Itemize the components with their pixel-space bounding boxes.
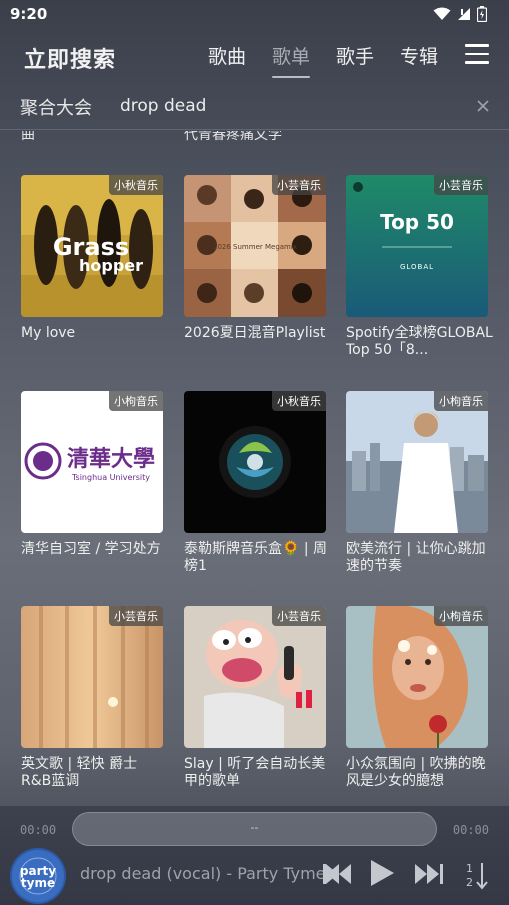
source-badge: 小枸音乐 xyxy=(109,391,163,411)
cover-image: Grass hopper xyxy=(21,175,163,317)
playlist-title: My love xyxy=(21,325,76,341)
playlist-card[interactable]: Grass hopper 小秋音乐 My love xyxy=(21,175,163,342)
now-cover-text-2: tyme xyxy=(21,876,55,890)
tab-albums[interactable]: 专辑 xyxy=(400,42,438,69)
svg-text:1: 1 xyxy=(466,862,473,875)
playlist-cover: Top 50 GLOBAL 小芸音乐 xyxy=(346,175,488,317)
cover-text-1: 清華大學 xyxy=(67,446,155,472)
playlist-cover: 清華大學 Tsinghua University 小枸音乐 xyxy=(21,391,163,533)
play-icon[interactable] xyxy=(368,858,396,888)
cover-image xyxy=(184,606,326,748)
partial-title-middle: 代青春疼痛文学 xyxy=(184,131,282,143)
progress-bar[interactable]: -- xyxy=(72,812,437,846)
source-badge: 小芸音乐 xyxy=(272,175,326,195)
time-total: 00:00 xyxy=(452,823,489,837)
cover-image xyxy=(346,606,488,748)
search-input[interactable]: drop dead xyxy=(120,96,206,116)
playlist-card[interactable]: Top 50 GLOBAL 小芸音乐 Spotify全球榜GLOBAL Top … xyxy=(346,175,493,359)
app-root: 9:20 立即搜索 歌曲 歌单 歌手 专辑 聚合大会 drop dead 曲 代… xyxy=(0,0,509,905)
previous-icon[interactable] xyxy=(322,862,352,886)
partial-title-left: 曲 xyxy=(21,131,35,143)
playlist-title: 欧美流行 | 让你心跳加速的节奏 xyxy=(346,541,486,574)
playlist-cover: 小芸音乐 xyxy=(21,606,163,748)
clear-icon[interactable] xyxy=(475,98,491,114)
mini-player: 00:00 -- 00:00 party tyme drop dead (voc… xyxy=(0,806,509,905)
source-badge: 小枸音乐 xyxy=(434,391,488,411)
partial-row: 曲 代青春疼痛文学 xyxy=(0,131,509,144)
playlist-card[interactable]: 清華大學 Tsinghua University 小枸音乐 清华自习室 / 学习… xyxy=(21,391,163,558)
page-title: 立即搜索 xyxy=(24,48,117,73)
playlist-cover: 小枸音乐 xyxy=(346,391,488,533)
playlist-card[interactable]: 小枸音乐 小众氛围向 | 吹拂的晚风是少女的臆想 xyxy=(346,606,488,790)
cover-image: 2026 Summer Megamix xyxy=(184,175,326,317)
play-order-icon[interactable]: 1 2 xyxy=(462,860,490,890)
now-playing-cover[interactable]: party tyme xyxy=(10,848,66,904)
playlist-card[interactable]: 小芸音乐 英文歌 | 轻快 爵士 R&B蓝调 xyxy=(21,606,163,790)
cover-text-2: Tsinghua University xyxy=(71,473,150,482)
status-time: 9:20 xyxy=(10,5,48,23)
svg-text:2: 2 xyxy=(466,876,473,889)
cover-text-1: Top 50 xyxy=(380,210,454,234)
source-badge: 小芸音乐 xyxy=(272,606,326,626)
signal-icon xyxy=(458,8,470,20)
source-badge: 小芸音乐 xyxy=(434,175,488,195)
cover-image xyxy=(21,606,163,748)
now-playing-title: drop dead (vocal) - Party Tyme xyxy=(80,864,326,883)
cover-image: Top 50 GLOBAL xyxy=(346,175,488,317)
search-bar: 聚合大会 drop dead xyxy=(0,86,509,130)
playlist-cover: 2026 Summer Megamix 小芸音乐 xyxy=(184,175,326,317)
playlist-title: 2026夏日混音Playlist xyxy=(184,325,326,341)
menu-icon[interactable] xyxy=(465,44,489,64)
wifi-icon xyxy=(433,7,451,20)
playlist-cover: Grass hopper 小秋音乐 xyxy=(21,175,163,317)
status-icons xyxy=(433,6,487,22)
playlist-title: 英文歌 | 轻快 爵士 R&B蓝调 xyxy=(21,756,138,789)
source-badge: 小芸音乐 xyxy=(109,606,163,626)
progress-label: -- xyxy=(250,821,259,834)
playlist-card[interactable]: 小秋音乐 泰勒斯牌音乐盒🌻 | 周榜1 xyxy=(184,391,327,575)
now-playing-cover-image: party tyme xyxy=(10,848,66,904)
playlist-grid: 曲 代青春疼痛文学 Grass hopper 小秋音乐 My love 2026… xyxy=(0,131,509,806)
next-icon[interactable] xyxy=(414,862,444,886)
cover-image xyxy=(184,391,326,533)
playlist-card[interactable]: 小枸音乐 欧美流行 | 让你心跳加速的节奏 xyxy=(346,391,488,575)
playlist-cover: 小秋音乐 xyxy=(184,391,326,533)
playlist-card[interactable]: 2026 Summer Megamix 小芸音乐 2026夏日混音Playlis… xyxy=(184,175,326,342)
header: 立即搜索 歌曲 歌单 歌手 专辑 xyxy=(0,36,509,78)
playlist-title: Slay | 听了会自动长美甲的歌单 xyxy=(184,756,326,789)
tab-songs[interactable]: 歌曲 xyxy=(208,42,246,69)
battery-icon xyxy=(477,6,487,22)
playlist-title: 清华自习室 / 学习处方 xyxy=(21,541,161,557)
cover-image xyxy=(346,391,488,533)
playlist-title: Spotify全球榜GLOBAL Top 50「8... xyxy=(346,325,493,358)
playlist-title: 小众氛围向 | 吹拂的晚风是少女的臆想 xyxy=(346,756,486,789)
playlist-cover: 小芸音乐 xyxy=(184,606,326,748)
source-badge: 小枸音乐 xyxy=(434,606,488,626)
cover-text: 2026 Summer Megamix xyxy=(213,243,297,251)
source-badge: 小秋音乐 xyxy=(272,391,326,411)
tab-artists[interactable]: 歌手 xyxy=(336,42,374,69)
tab-bar: 歌曲 歌单 歌手 专辑 xyxy=(208,42,438,78)
time-current: 00:00 xyxy=(20,823,57,837)
playlist-title: 泰勒斯牌音乐盒🌻 | 周榜1 xyxy=(184,541,328,574)
source-badge: 小秋音乐 xyxy=(109,175,163,195)
playlist-card[interactable]: 小芸音乐 Slay | 听了会自动长美甲的歌单 xyxy=(184,606,326,790)
status-bar: 9:20 xyxy=(0,0,509,30)
cover-text-2: hopper xyxy=(79,256,143,275)
search-source-selector[interactable]: 聚合大会 xyxy=(20,94,92,120)
cover-image: 清華大學 Tsinghua University xyxy=(21,391,163,533)
tab-playlists[interactable]: 歌单 xyxy=(272,42,311,78)
playlist-cover: 小枸音乐 xyxy=(346,606,488,748)
cover-text-2: GLOBAL xyxy=(400,263,434,271)
